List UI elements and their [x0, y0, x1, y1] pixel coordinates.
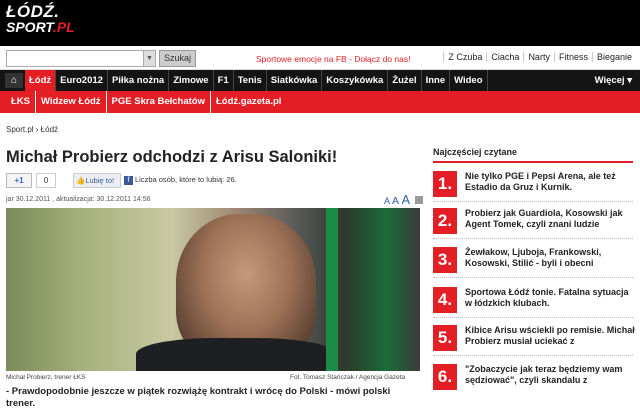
- logo-line2: SPORT.PL: [6, 20, 75, 35]
- nav-item-pilka-nozna[interactable]: Piłka nożna: [108, 70, 170, 91]
- main-nav: ⌂ Łódź Euro2012 Piłka nożna Zimowe F1 Te…: [0, 70, 640, 91]
- nav-item-f1[interactable]: F1: [214, 70, 234, 91]
- nav-item-siatkowka[interactable]: Siatkówka: [267, 70, 323, 91]
- font-small-button[interactable]: A: [384, 196, 390, 206]
- breadcrumb[interactable]: Sport.pl › Łódź: [6, 125, 58, 134]
- most-read-link[interactable]: Nie tylko PGE i Pepsi Arena, ale też Est…: [465, 171, 635, 193]
- divider: [433, 238, 633, 239]
- top-link-narty[interactable]: Narty: [523, 52, 554, 62]
- chevron-down-icon: ▾: [627, 75, 632, 86]
- photo-pole: [326, 208, 338, 371]
- font-large-button[interactable]: A: [402, 193, 410, 207]
- nav-item-tenis[interactable]: Tenis: [234, 70, 267, 91]
- most-read-link[interactable]: Kibice Arisu wściekli po remisie. Michał…: [465, 325, 635, 347]
- font-medium-button[interactable]: A: [392, 195, 399, 207]
- top-link-ciacha[interactable]: Ciacha: [486, 52, 524, 62]
- divider: [433, 277, 633, 278]
- page-title: Michał Probierz odchodzi z Arisu Salonik…: [6, 148, 338, 166]
- search-button[interactable]: Szukaj: [159, 50, 196, 67]
- logo-suffix: .PL: [52, 19, 75, 35]
- facebook-icon: f: [124, 176, 133, 185]
- nav-item-euro2012[interactable]: Euro2012: [56, 70, 108, 91]
- google-plus-count: 0: [36, 173, 56, 188]
- google-plus-button[interactable]: +1: [6, 173, 32, 188]
- article-lead: - Prawdopodobnie jeszcze w piątek rozwią…: [6, 386, 391, 409]
- top-link-z-czuba[interactable]: Z Czuba: [443, 52, 487, 62]
- divider: [433, 201, 633, 202]
- article-photo: [6, 208, 420, 371]
- top-link-fitness[interactable]: Fitness: [553, 52, 592, 62]
- most-read-item[interactable]: 5. Kibice Arisu wściekli po remisie. Mic…: [433, 322, 635, 356]
- most-read-number: 4.: [433, 287, 457, 313]
- nav-item-lodz[interactable]: Łódź: [25, 70, 57, 91]
- sub-nav: ŁKS Widzew Łódź PGE Skra Bełchatów Łódź.gaz…: [0, 91, 640, 113]
- subnav-item-gazeta[interactable]: Łódź.gazeta.pl: [211, 91, 286, 113]
- facebook-like-count: f Liczba osób, które to lubią: 26.: [124, 175, 237, 185]
- most-read-link[interactable]: "Zobaczycie jak teraz będziemy wam sędzi…: [465, 364, 635, 386]
- nav-item-zimowe[interactable]: Zimowe: [169, 70, 214, 91]
- facebook-promo-link[interactable]: Sportowe emocje na FB - Dołącz do nas!: [256, 54, 411, 64]
- photo-credit: Fot. Tomasz Stańczak / Agencja Gazeta: [290, 374, 406, 381]
- nav-item-zuzel[interactable]: Żużel: [388, 70, 422, 91]
- top-links: Z Czuba Ciacha Narty Fitness Bieganie: [443, 52, 636, 62]
- most-read-link[interactable]: Probierz jak Guardiola, Kosowski jak Age…: [465, 208, 635, 230]
- home-icon[interactable]: ⌂: [5, 73, 23, 88]
- logo-sport: SPORT: [6, 19, 53, 35]
- search-row: ▼ Szukaj Sportowe emocje na FB - Dołącz …: [0, 46, 640, 70]
- divider: [433, 161, 633, 163]
- more-menu-button[interactable]: Więcej ▾: [595, 70, 632, 91]
- fb-like-text: Liczba osób, które to lubią: 26.: [135, 175, 237, 184]
- divider: [433, 317, 633, 318]
- facebook-like-button[interactable]: 👍Lubię to!: [73, 173, 121, 188]
- top-header: ŁÓDŹ. SPORT.PL: [0, 0, 640, 46]
- search-dropdown-icon[interactable]: ▼: [143, 50, 156, 67]
- most-read-item[interactable]: 6. "Zobaczycie jak teraz będziemy wam sę…: [433, 361, 635, 395]
- nav-item-wideo[interactable]: Wideo: [450, 70, 488, 91]
- article-meta: jar 30.12.2011 , aktualizacja: 30.12.201…: [6, 196, 151, 203]
- site-logo[interactable]: ŁÓDŹ. SPORT.PL: [6, 3, 75, 35]
- top-link-bieganie[interactable]: Bieganie: [591, 52, 636, 62]
- photo-jacket: [136, 338, 336, 371]
- subnav-item-skra[interactable]: PGE Skra Bełchatów: [107, 91, 211, 113]
- divider: [433, 355, 633, 356]
- most-read-title: Najczęściej czytane: [433, 147, 518, 157]
- most-read-item[interactable]: 4. Sportowa Łódź tonie. Fatalna sytuacja…: [433, 284, 635, 318]
- thumb-up-icon: 👍: [76, 176, 86, 185]
- most-read-number: 2.: [433, 208, 457, 234]
- most-read-number: 3.: [433, 247, 457, 273]
- most-read-number: 5.: [433, 325, 457, 351]
- subnav-item-widzew[interactable]: Widzew Łódź: [36, 91, 107, 113]
- nav-item-koszykowka[interactable]: Koszykówka: [322, 70, 389, 91]
- most-read-item[interactable]: 3. Żewłakow, Ljuboja, Frankowski, Kosows…: [433, 244, 635, 278]
- most-read-link[interactable]: Żewłakow, Ljuboja, Frankowski, Kosowski,…: [465, 247, 635, 269]
- fb-like-label: Lubię to!: [85, 176, 115, 185]
- more-label: Więcej: [594, 75, 625, 86]
- most-read-link[interactable]: Sportowa Łódź tonie. Fatalna sytuacja w …: [465, 287, 635, 309]
- nav-item-inne[interactable]: Inne: [422, 70, 451, 91]
- search-input[interactable]: [6, 50, 150, 67]
- font-size-controls: A A A: [384, 193, 424, 207]
- subnav-item-lks[interactable]: ŁKS: [6, 91, 36, 113]
- photo-caption: Michał Probierz, trener ŁKS: [6, 374, 86, 381]
- most-read-item[interactable]: 1. Nie tylko PGE i Pepsi Arena, ale też …: [433, 168, 635, 202]
- print-icon[interactable]: [415, 196, 424, 204]
- most-read-item[interactable]: 2. Probierz jak Guardiola, Kosowski jak …: [433, 205, 635, 239]
- most-read-number: 6.: [433, 364, 457, 390]
- most-read-number: 1.: [433, 171, 457, 197]
